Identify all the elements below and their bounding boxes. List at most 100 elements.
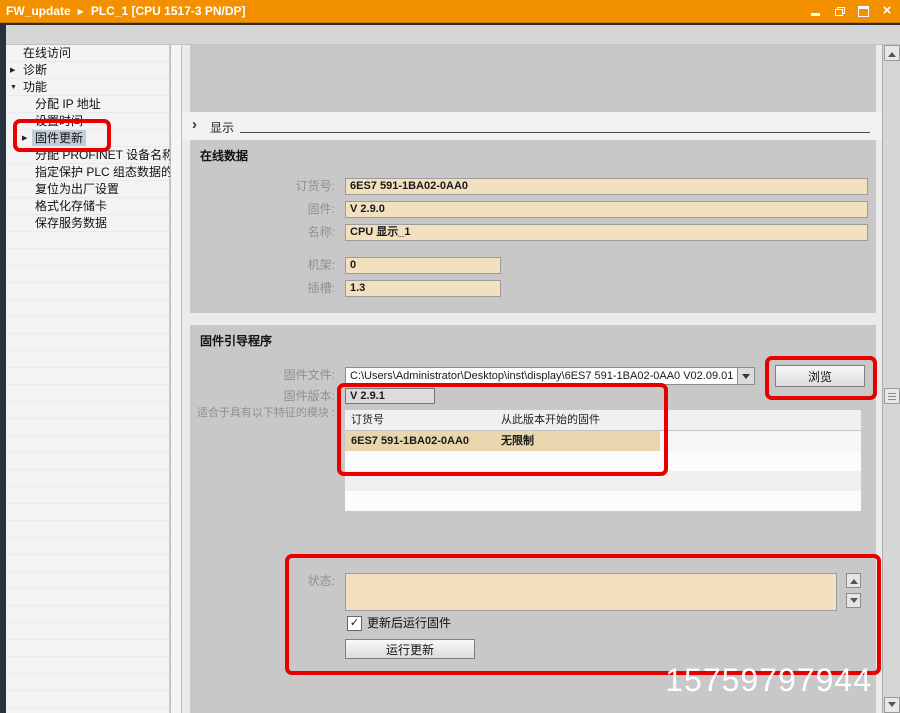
sidebar-item-set-time[interactable]: 设置时间 [6,113,169,130]
sidebar-item-save-service-data[interactable]: 保存服务数据 [6,215,169,232]
online-data-title: 在线数据 [200,147,248,164]
toolbar-strip [0,25,900,45]
run-update-button[interactable]: 运行更新 [345,639,475,659]
table-cell [660,471,861,491]
run-after-update-label: 更新后运行固件 [367,616,451,631]
firmware-version-field: V 2.9.1 [345,388,435,404]
run-update-row: 运行更新 [190,639,876,659]
firmware-file-row: 固件文件: C:\Users\Administrator\Desktop\ins… [190,367,876,384]
suitable-modules-row: 适合于具有以下特征的模块 : 订货号从此版本开始的固件6ES7 591-1BA0… [190,407,876,497]
sidebar-item-online-access[interactable]: 在线访问 [6,45,169,62]
field-label: 机架: [190,257,335,273]
restore-button[interactable] [832,4,846,18]
header-block [190,45,876,112]
minimize-button[interactable] [808,4,822,18]
breadcrumb-arrow-icon: ▶ [78,7,84,16]
field-value[interactable]: V 2.9.0 [345,201,868,218]
breadcrumb-device[interactable]: PLC_1 [CPU 1517-3 PN/DP] [91,4,246,18]
sidebar-item-functions[interactable]: ▼功能 [6,79,169,96]
table-cell [345,491,495,511]
run-after-update-checkbox[interactable]: ✓ [347,616,362,631]
status-textarea[interactable] [345,573,837,611]
firmware-version-row: 固件版本: V 2.9.1 [190,388,876,405]
sidebar-item-label: 诊断 [20,62,50,78]
chevron-right-icon[interactable]: › [192,116,197,133]
table-cell [345,471,495,491]
close-button[interactable]: × [880,4,894,18]
display-section-toggle[interactable]: 显示 [210,119,234,136]
firmware-file-path: C:\Users\Administrator\Desktop\inst\disp… [350,370,734,382]
sidebar-item-label: 固件更新 [32,130,86,146]
scroll-down-icon[interactable] [884,697,900,713]
table-header-row: 订货号从此版本开始的固件 [345,410,861,431]
firmware-file-label: 固件文件: [190,367,335,383]
sidebar-item-assign-ip[interactable]: 分配 IP 地址 [6,96,169,113]
online-field-row: 插槽:1.3 [190,280,876,297]
sidebar-item-label: 保存服务数据 [32,215,110,231]
table-cell [660,491,861,511]
breadcrumb-project[interactable]: FW_update [6,4,71,18]
table-cell [495,451,660,471]
sidebar-item-diagnostics[interactable]: ▶ 诊断 [6,62,169,79]
browse-button[interactable]: 浏览 [775,365,865,387]
tia-portal-window: FW_update ▶ PLC_1 [CPU 1517-3 PN/DP] × 在… [0,0,900,713]
tree-collapsed-icon[interactable]: ▶ [22,130,27,147]
navigation-tree: 在线访问▶诊断▼功能分配 IP 地址设置时间▶固件更新分配 PROFINET 设… [6,45,170,713]
status-label: 状态: [190,573,335,589]
firmware-file-combobox[interactable]: C:\Users\Administrator\Desktop\inst\disp… [345,367,755,385]
section-divider-line [240,132,870,133]
sidebar-item-label: 复位为出厂设置 [32,181,122,197]
table-empty-row [345,451,861,471]
sidebar-item-protect-password[interactable]: 指定保护 PLC 组态数据的密码 [6,164,169,181]
online-field-row: 固件:V 2.9.0 [190,201,876,218]
field-value[interactable]: 6ES7 591-1BA02-0AA0 [345,178,868,195]
scrollbar-thumb[interactable] [884,388,900,404]
table-cell [345,451,495,471]
tree-expanded-icon[interactable]: ▼ [10,79,17,96]
sidebar-scrollbar[interactable] [170,45,182,713]
online-data-panel: 在线数据 订货号:6ES7 591-1BA02-0AA0 固件:V 2.9.0 名称… [190,140,876,313]
table-cell [660,431,861,451]
field-value[interactable]: 0 [345,257,501,274]
sidebar-item-factory-reset[interactable]: 复位为出厂设置 [6,181,169,198]
online-field-row: 订货号:6ES7 591-1BA02-0AA0 [190,178,876,195]
main-scrollbar[interactable] [882,45,900,713]
field-value[interactable]: CPU 显示_1 [345,224,868,241]
maximize-icon [858,6,869,17]
field-value[interactable]: 1.3 [345,280,501,297]
tree-collapsed-icon[interactable]: ▶ [10,62,15,79]
status-scroll-down-icon[interactable] [846,593,861,608]
firmware-version-label: 固件版本: [190,388,335,404]
sidebar-item-label: 功能 [20,79,50,95]
table-empty-row [345,471,861,491]
run-after-update-row: ✓ 更新后运行固件 [190,616,876,633]
window-titlebar: FW_update ▶ PLC_1 [CPU 1517-3 PN/DP] × [0,0,900,22]
table-cell [495,471,660,491]
table-cell: 6ES7 591-1BA02-0AA0 [345,431,495,451]
status-row: 状态: [190,573,876,613]
field-label: 名称: [190,224,335,240]
table-empty-row [345,491,861,511]
suitable-modules-label: 适合于具有以下特征的模块 : [190,407,335,420]
combobox-dropdown-icon[interactable] [737,368,754,384]
suitable-modules-table: 订货号从此版本开始的固件6ES7 591-1BA02-0AA0无限制 [345,410,861,511]
sidebar-item-format-card[interactable]: 格式化存储卡 [6,198,169,215]
sidebar-item-assign-profinet-name[interactable]: 分配 PROFINET 设备名称 [6,147,169,164]
sidebar-item-label: 分配 PROFINET 设备名称 [32,147,177,163]
table-header-cell: 从此版本开始的固件 [495,410,660,430]
main-content: › 显示 在线数据 订货号:6ES7 591-1BA02-0AA0 固件:V 2.… [182,45,882,713]
online-field-row: 机架: 0 [190,257,876,274]
minimize-icon [811,13,820,16]
maximize-button[interactable] [856,4,870,18]
status-scroll-up-icon[interactable] [846,573,861,588]
sidebar-item-label: 在线访问 [20,45,74,61]
firmware-loader-title: 固件引导程序 [200,332,272,349]
scroll-up-icon[interactable] [884,45,900,61]
table-row[interactable]: 6ES7 591-1BA02-0AA0无限制 [345,431,861,451]
sidebar-item-label: 格式化存储卡 [32,198,110,214]
watermark-text: 15759797944 [665,662,872,699]
table-header-cell: 订货号 [345,410,495,430]
table-header-cell [660,410,861,430]
sidebar-item-firmware-update[interactable]: ▶ 固件更新 [6,130,169,147]
table-cell: 无限制 [495,431,660,451]
